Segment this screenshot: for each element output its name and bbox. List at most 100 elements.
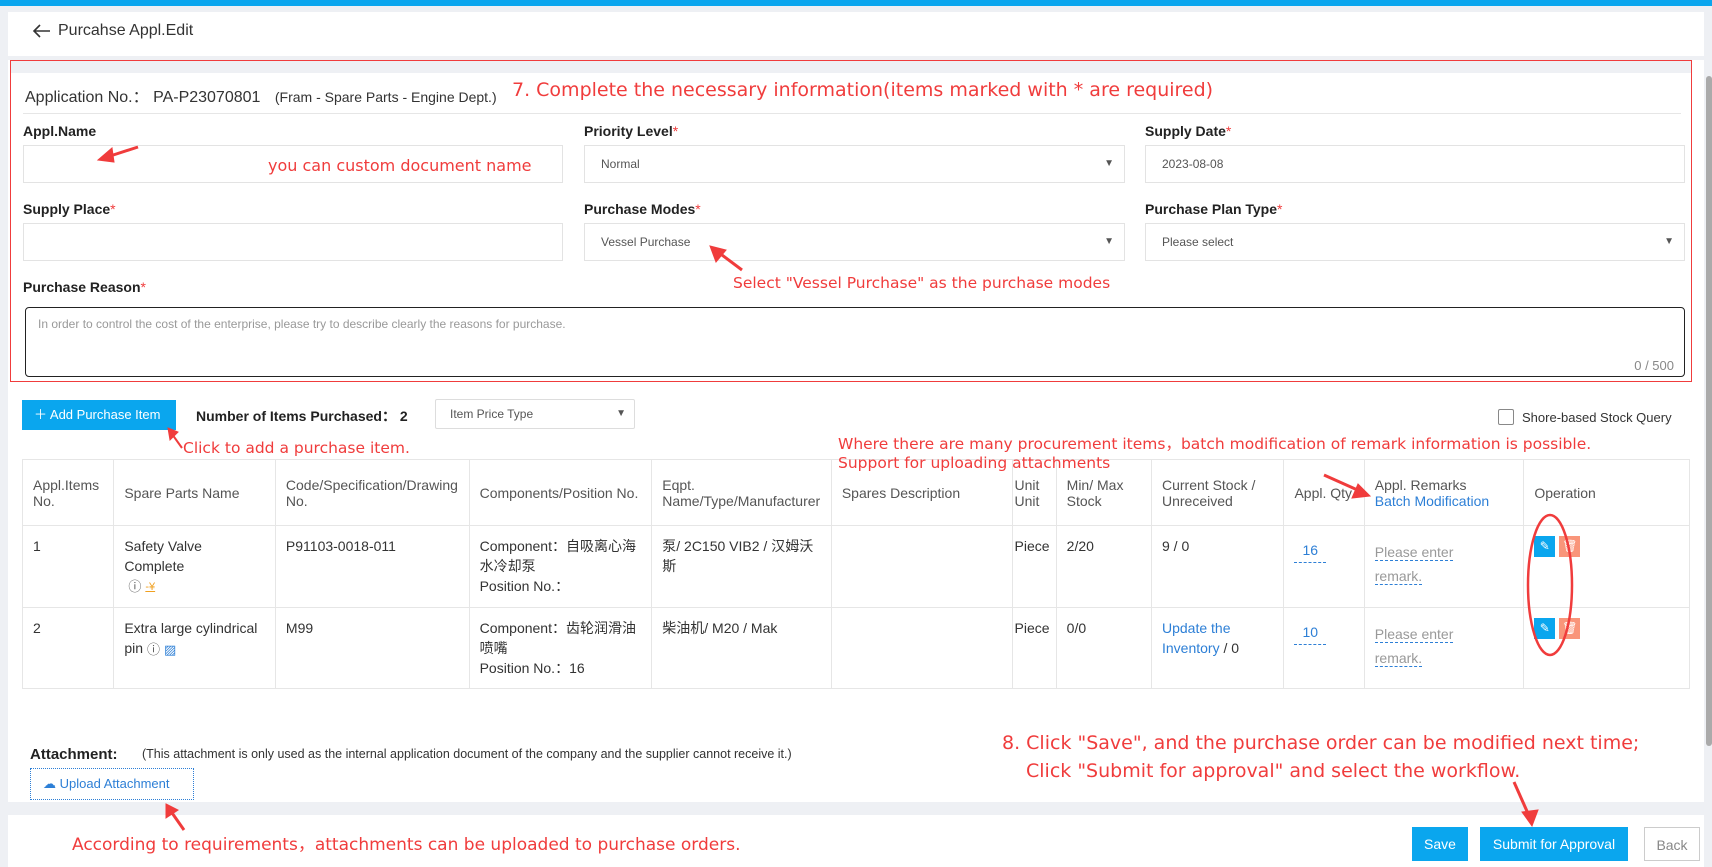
purchase-items-table: Appl.Items No. Spare Parts Name Code/Spe…	[21, 459, 1690, 690]
delete-button[interactable]: 🗑	[1559, 536, 1581, 557]
qty-editable[interactable]: 10	[1294, 622, 1327, 646]
cell-unit: Piece	[1011, 607, 1057, 690]
cell-operation: ✎ 🗑	[1523, 524, 1690, 609]
purchase-modes-select[interactable]: Vessel Purchase ▼	[584, 223, 1125, 261]
page-header: Purcahse Appl.Edit	[8, 12, 1704, 56]
application-number-value: PA-P23070801	[153, 89, 261, 106]
image-icon[interactable]: ▨	[164, 640, 176, 660]
vertical-scrollbar[interactable]	[1706, 76, 1712, 746]
cell-no: 1	[21, 524, 115, 609]
upload-attachment-label: Upload Attachment	[59, 776, 170, 791]
table-row: 2 Extra large cylindrical pin ⓘ ▨ M99 Comp…	[21, 607, 1690, 690]
attachment-label: Attachment:	[30, 746, 118, 763]
add-purchase-item-button[interactable]: ＋ Add Purchase Item	[22, 400, 176, 430]
cell-stock: 9 / 0	[1150, 524, 1285, 609]
supply-date-input[interactable]: 2023-08-08	[1145, 145, 1685, 183]
caret-down-icon: ▼	[1664, 236, 1674, 247]
remark-editable[interactable]: Please enter remark.	[1374, 622, 1457, 670]
submit-for-approval-button[interactable]: Submit for Approval	[1480, 827, 1628, 861]
purchase-modes-label: Purchase Modes*	[584, 201, 701, 217]
application-form: Application No.： PA-P23070801 (Fram - Sp…	[10, 60, 1692, 382]
supply-place-label: Supply Place*	[23, 201, 116, 217]
item-price-type-select[interactable]: Item Price Type ▼	[435, 399, 635, 429]
annotation-custom-name: you can custom document name	[268, 156, 532, 175]
cell-name: Safety Valve Complete ⓘ -¥	[113, 524, 276, 609]
cell-name: Extra large cylindrical pin ⓘ ▨	[113, 607, 276, 690]
attachment-note: (This attachment is only used as the int…	[142, 747, 792, 761]
application-number: Application No.： PA-P23070801 (Fram - Sp…	[25, 83, 497, 107]
price-icon[interactable]: -¥	[145, 577, 155, 597]
cell-stock: Update the Inventory / 0	[1150, 607, 1285, 690]
cell-operation: ✎ 🗑	[1523, 607, 1690, 690]
annotation-vessel-purchase: Select "Vessel Purchase" as the purchase…	[733, 274, 1111, 292]
col-header-operation: Operation	[1523, 459, 1690, 526]
col-header-name: Spare Parts Name	[113, 459, 276, 526]
upload-attachment-button[interactable]: ☁ Upload Attachment	[30, 768, 194, 800]
annotation-step8-line1: 8. Click "Save", and the purchase order …	[1002, 732, 1640, 754]
attach-button[interactable]: ✎	[1534, 618, 1556, 640]
purchase-reason-label: Purchase Reason*	[23, 279, 146, 295]
col-header-remarks: Appl. Remarks Batch Modification	[1363, 459, 1525, 526]
cell-unit: Piece	[1011, 524, 1057, 609]
items-count: Number of Items Purchased： 2	[196, 408, 408, 424]
cell-qty: 16	[1283, 524, 1365, 609]
supply-place-input[interactable]	[23, 223, 563, 261]
paperclip-icon: ✎	[1539, 539, 1550, 553]
info-icon[interactable]: ⓘ	[147, 640, 160, 660]
col-header-stock: Current Stock / Unreceived	[1150, 459, 1285, 526]
divider	[23, 113, 1681, 114]
col-header-eqpt: Eqpt. Name/Type/Manufacturer	[651, 459, 832, 526]
qty-editable[interactable]: 16	[1294, 540, 1327, 563]
cell-minmax: 0/0	[1055, 607, 1153, 690]
shore-stock-label: Shore-based Stock Query	[1522, 409, 1672, 425]
cell-remark: Please enter remark.	[1363, 524, 1525, 609]
table-row: 1 Safety Valve Complete ⓘ -¥ P91103-0018-0…	[21, 524, 1690, 609]
page-title: Purcahse Appl.Edit	[58, 22, 194, 39]
arrow-left-icon	[32, 24, 50, 38]
annotation-add-item: Click to add a purchase item.	[183, 439, 410, 457]
back-link[interactable]: Purcahse Appl.Edit	[32, 22, 193, 40]
purchase-plan-type-select[interactable]: Please select ▼	[1145, 223, 1685, 261]
cell-remark: Please enter remark.	[1363, 607, 1525, 690]
appl-name-label: Appl.Name	[23, 123, 97, 139]
annotation-step7: 7. Complete the necessary information(it…	[512, 79, 1214, 101]
top-accent-bar	[0, 0, 1712, 6]
form-top-strip	[11, 61, 1691, 73]
remarks-header-label: Appl. Remarks	[1374, 476, 1467, 493]
caret-down-icon: ▼	[1104, 236, 1114, 247]
cell-minmax: 2/20	[1055, 524, 1153, 609]
purchase-plan-type-label: Purchase Plan Type*	[1145, 201, 1283, 217]
col-header-component: Components/Position No.	[468, 459, 653, 526]
trash-icon: 🗑	[1562, 621, 1578, 636]
annotation-step8-line2: Click "Submit for approval" and select t…	[1026, 760, 1521, 782]
cell-desc	[830, 524, 1013, 609]
cell-code: M99	[274, 607, 470, 690]
application-number-label: Application No.：	[25, 89, 149, 106]
back-button[interactable]: Back	[1644, 827, 1700, 861]
attach-button[interactable]: ✎	[1534, 536, 1556, 557]
priority-level-label: Priority Level*	[584, 123, 679, 139]
priority-level-select[interactable]: Normal ▼	[584, 145, 1125, 183]
plus-icon: ＋	[34, 407, 50, 422]
cell-component: Component：齿轮润滑油喷嘴 Position No.：16	[468, 607, 653, 690]
shore-stock-checkbox[interactable]	[1498, 409, 1514, 425]
main-panel: Application No.： PA-P23070801 (Fram - Sp…	[8, 60, 1704, 802]
application-dept: (Fram - Spare Parts - Engine Dept.)	[274, 89, 497, 105]
char-counter: 0 / 500	[1634, 358, 1674, 373]
caret-down-icon: ▼	[1104, 158, 1114, 169]
delete-button[interactable]: 🗑	[1559, 618, 1581, 640]
cell-component: Component：自吸离心海水冷却泵 Position No.：	[468, 524, 653, 609]
purchase-reason-textarea[interactable]: In order to control the cost of the ente…	[25, 307, 1685, 377]
remark-editable[interactable]: Please enter remark.	[1374, 540, 1457, 588]
cell-no: 2	[21, 607, 115, 690]
annotation-attachments: According to requirements，attachments ca…	[72, 835, 741, 855]
cell-eqpt: 柴油机/ M20 / Mak	[651, 607, 832, 690]
paperclip-icon: ✎	[1539, 621, 1550, 636]
annotation-batch-2: Support for uploading attachments	[838, 454, 1111, 472]
batch-modification-link[interactable]: Batch Modification	[1375, 493, 1514, 509]
shore-stock-query[interactable]: Shore-based Stock Query	[1498, 409, 1672, 425]
cell-eqpt: 泵/ 2C150 VIB2 / 汉姆沃斯	[651, 524, 832, 609]
info-icon[interactable]: ⓘ	[128, 577, 141, 597]
cell-code: P91103-0018-011	[274, 524, 470, 609]
save-button[interactable]: Save	[1412, 827, 1468, 861]
